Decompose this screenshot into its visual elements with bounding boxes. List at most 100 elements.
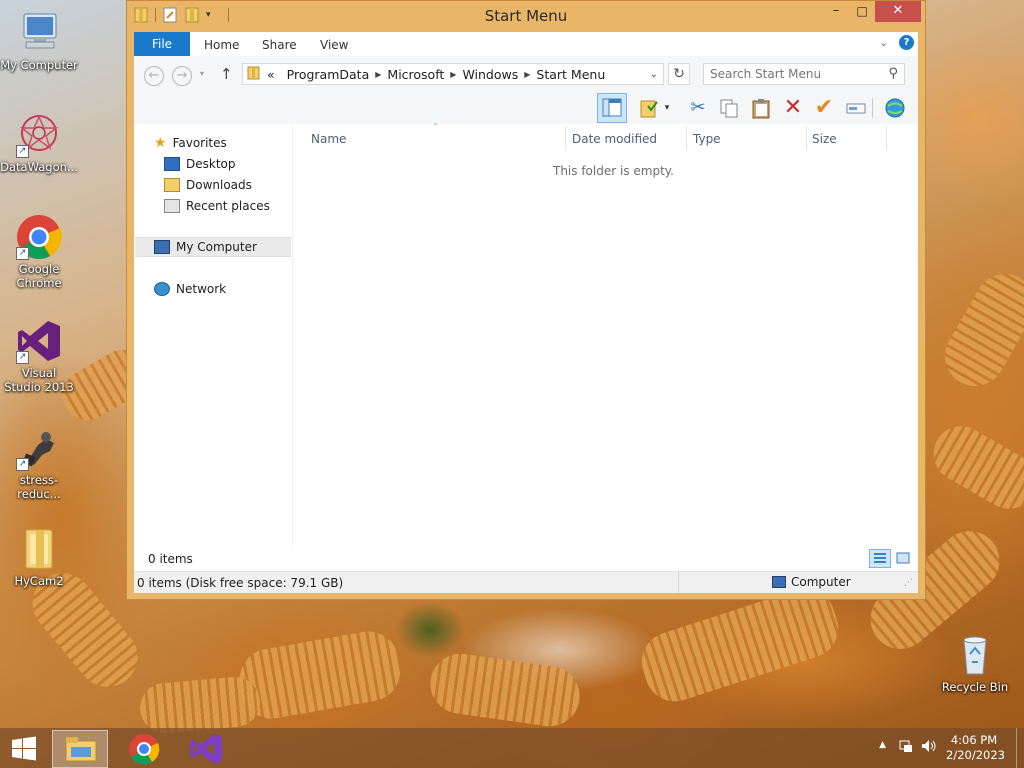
desktop-icon-hycam2[interactable]: HyCam2: [0, 526, 78, 588]
shortcut-arrow-icon: ↗: [16, 145, 29, 158]
details-view-button[interactable]: [869, 549, 891, 568]
breadcrumb-windows[interactable]: Windows: [462, 67, 518, 82]
chevron-right-icon[interactable]: ▶: [450, 70, 456, 79]
stress-reducer-icon: ↗: [16, 425, 62, 471]
volume-icon[interactable]: [920, 738, 938, 757]
command-toolbar: ▾ ✂ ✕ ✔: [134, 92, 918, 124]
status-area: 0 items: [134, 546, 918, 571]
explorer-window: ▾ Start Menu – □ ✕ File Home Share View …: [126, 0, 926, 600]
chevron-right-icon[interactable]: ▶: [524, 70, 530, 79]
desktop-icon-my-computer[interactable]: My Computer: [0, 10, 78, 72]
back-button[interactable]: ←: [144, 66, 164, 86]
desktop-icon-label: stress-reduc...: [17, 473, 61, 501]
expand-ribbon-icon[interactable]: ⌄: [879, 36, 888, 49]
large-icons-view-button[interactable]: [894, 550, 912, 567]
tab-home[interactable]: Home: [204, 32, 239, 56]
column-header-size[interactable]: Size: [812, 128, 837, 150]
checkmark-icon[interactable]: ✔: [811, 95, 837, 121]
nav-item-network[interactable]: Network: [154, 279, 226, 299]
address-field[interactable]: « ProgramData ▶ Microsoft ▶ Windows ▶ St…: [242, 63, 664, 85]
maximize-button[interactable]: □: [849, 1, 875, 22]
search-box[interactable]: ⚲: [703, 63, 905, 85]
tab-share[interactable]: Share: [262, 32, 297, 56]
preview-pane-button[interactable]: [597, 93, 627, 123]
taskbar-visual-studio[interactable]: [178, 730, 234, 768]
delete-icon[interactable]: ✕: [780, 95, 806, 121]
refresh-button[interactable]: ↻: [668, 63, 690, 85]
desktop-icon-google-chrome[interactable]: ↗ Google Chrome: [0, 214, 78, 290]
desktop-icon-visual-studio[interactable]: ↗ Visual Studio 2013: [0, 318, 78, 394]
desktop-icon-stress-reducer[interactable]: ↗ stress-reduc...: [0, 425, 78, 501]
folder-icon: [16, 526, 62, 572]
desktop-icon-label: Visual Studio 2013: [4, 366, 74, 394]
ribbon-tabs: File Home Share View ⌄ ?: [134, 32, 918, 56]
desktop-icon-datawagon[interactable]: ↗ DataWagon...: [0, 112, 78, 174]
taskbar-file-explorer[interactable]: [52, 730, 108, 768]
close-button[interactable]: ✕: [875, 1, 921, 22]
pane-splitter[interactable]: [292, 124, 293, 571]
file-explorer-icon: [65, 737, 97, 762]
breadcrumb-programdata[interactable]: ProgramData: [287, 67, 370, 82]
search-icon[interactable]: ⚲: [888, 66, 898, 81]
address-dropdown-icon[interactable]: ⌄: [650, 69, 658, 80]
copy-icon[interactable]: [716, 95, 742, 121]
window-title: Start Menu: [484, 7, 568, 25]
nav-item-label: Downloads: [186, 178, 252, 192]
nav-item-label: Network: [176, 282, 227, 296]
details-status-bar: 0 items (Disk free space: 79.1 GB) Compu…: [134, 571, 918, 593]
breadcrumb-microsoft[interactable]: Microsoft: [387, 67, 444, 82]
help-icon[interactable]: ?: [899, 35, 914, 50]
empty-folder-message: This folder is empty.: [553, 164, 674, 178]
item-count: 0 items: [148, 552, 193, 566]
column-header-name[interactable]: Name: [311, 128, 346, 150]
desktop-icon-label: Google Chrome: [16, 262, 62, 290]
status-location: Computer: [772, 575, 851, 589]
start-button[interactable]: [0, 730, 48, 768]
show-hidden-icons[interactable]: ▲: [879, 740, 886, 750]
show-desktop-button[interactable]: [1016, 728, 1024, 768]
title-bar[interactable]: ▾ Start Menu – □ ✕: [127, 1, 925, 31]
status-location-label: Computer: [791, 575, 851, 589]
minimize-button[interactable]: –: [823, 1, 849, 22]
globe-icon[interactable]: [882, 95, 908, 121]
recent-locations-icon[interactable]: ▾: [200, 69, 204, 78]
folder-options-icon[interactable]: [636, 95, 662, 121]
breadcrumb-overflow[interactable]: «: [267, 67, 275, 82]
shortcut-arrow-icon: ↗: [16, 458, 29, 471]
nav-item-label: My Computer: [176, 240, 257, 254]
network-status-icon[interactable]: [898, 738, 914, 757]
shortcut-arrow-icon: ↗: [16, 247, 29, 260]
downloads-icon: [164, 178, 180, 192]
address-bar-row: ← → ▾ ↑ « ProgramData ▶ Microsoft ▶ Wind…: [134, 56, 918, 92]
nav-item-label: Desktop: [186, 157, 236, 171]
desktop-icon-label: DataWagon...: [0, 160, 78, 174]
nav-item-desktop[interactable]: Desktop: [164, 154, 236, 174]
breadcrumb-start-menu[interactable]: Start Menu: [536, 67, 605, 82]
network-icon: [154, 282, 170, 296]
folder-options-dropdown-icon[interactable]: ▾: [661, 95, 673, 121]
column-header-type[interactable]: Type: [693, 128, 721, 150]
tab-file[interactable]: File: [134, 32, 190, 56]
desktop-icon-label: HyCam2: [14, 574, 64, 588]
chrome-icon: ↗: [16, 214, 62, 260]
tab-view[interactable]: View: [320, 32, 348, 56]
cut-icon[interactable]: ✂: [685, 95, 711, 121]
nav-item-my-computer[interactable]: My Computer: [135, 237, 291, 257]
rename-icon[interactable]: [843, 95, 869, 121]
forward-button[interactable]: →: [172, 66, 192, 86]
nav-item-downloads[interactable]: Downloads: [164, 175, 252, 195]
desktop-icon-recycle-bin[interactable]: Recycle Bin: [936, 632, 1014, 694]
search-input[interactable]: [704, 64, 874, 84]
clock[interactable]: 4:06 PM 2/20/2023: [946, 733, 1005, 763]
nav-item-recent-places[interactable]: Recent places: [164, 196, 270, 216]
disk-space-status: 0 items (Disk free space: 79.1 GB): [137, 576, 344, 590]
desktop-icon: [164, 157, 180, 171]
up-button[interactable]: ↑: [220, 65, 233, 83]
nav-item-favorites[interactable]: ★ Favorites: [154, 133, 227, 153]
chevron-right-icon[interactable]: ▶: [375, 70, 381, 79]
recycle-bin-icon: [952, 632, 998, 678]
column-header-date-modified[interactable]: Date modified: [572, 128, 657, 150]
paste-icon[interactable]: [748, 95, 774, 121]
taskbar-chrome[interactable]: [116, 730, 172, 768]
resize-grip-icon[interactable]: ⋰: [904, 578, 913, 588]
